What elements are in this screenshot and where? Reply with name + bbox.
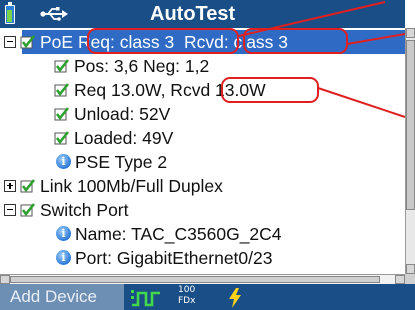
check-icon xyxy=(54,131,70,145)
check-icon xyxy=(54,83,70,97)
check-icon xyxy=(20,203,36,217)
link-speed-indicator: 100 FDx xyxy=(178,285,200,307)
tree-row-label: Link 100Mb/Full Duplex xyxy=(40,176,223,196)
tree-row-label: Switch Port xyxy=(40,200,129,220)
tree-row-label: Req 13.0W, Rcvd 13.0W xyxy=(74,80,266,100)
scroll-up-arrow-icon[interactable] xyxy=(406,28,415,38)
scroll-thumb[interactable] xyxy=(10,276,380,283)
usb-icon xyxy=(40,7,68,21)
scroll-right-arrow-icon[interactable] xyxy=(395,275,405,284)
info-icon: i xyxy=(56,226,71,241)
tree-row-pairs[interactable]: Pos: 3,6 Neg: 1,2 xyxy=(0,54,405,78)
tree-row-label: Name: TAC_C3560G_2C4 xyxy=(75,224,282,244)
add-device-button[interactable]: Add Device xyxy=(0,284,124,310)
tree-row-power[interactable]: Req 13.0W, Rcvd 13.0W xyxy=(0,78,405,102)
check-icon xyxy=(20,35,36,49)
scrollbar-corner xyxy=(405,274,415,284)
tree-row-unload[interactable]: Unload: 52V xyxy=(0,102,405,126)
duplex-label: FDx xyxy=(178,296,196,306)
horizontal-scrollbar[interactable] xyxy=(0,274,405,284)
results-tree[interactable]: PoE Req: class 3 Rcvd: class 3 Pos: 3,6 … xyxy=(0,28,405,274)
vertical-scrollbar[interactable] xyxy=(405,28,415,274)
status-bar: Add Device 100 FDx xyxy=(0,284,415,310)
tree-row-loaded[interactable]: Loaded: 49V xyxy=(0,126,405,150)
link-pulse-icon xyxy=(131,290,160,307)
tree-row-label: Pos: 3,6 Neg: 1,2 xyxy=(74,56,210,76)
tree-row-label: PoE Req: class 3 Rcvd: class 3 xyxy=(40,32,289,52)
info-icon: i xyxy=(56,154,71,169)
check-icon xyxy=(54,107,70,121)
scroll-down-arrow-icon[interactable] xyxy=(406,264,415,274)
collapse-icon[interactable] xyxy=(4,36,16,48)
link-speed-value: 100 xyxy=(178,285,196,295)
tree-row-label: Port: GigabitEthernet0/23 xyxy=(75,248,273,268)
tree-row-switch-name[interactable]: i Name: TAC_C3560G_2C4 xyxy=(0,222,405,246)
tree-row-switch-port-id[interactable]: i Port: GigabitEthernet0/23 xyxy=(0,246,405,270)
info-icon: i xyxy=(56,250,71,265)
tree-row-poe[interactable]: PoE Req: class 3 Rcvd: class 3 xyxy=(0,30,405,54)
lightning-bolt-icon xyxy=(229,288,241,308)
tree-row-link[interactable]: Link 100Mb/Full Duplex xyxy=(0,174,405,198)
expand-icon[interactable] xyxy=(4,180,16,192)
battery-icon xyxy=(5,2,15,24)
check-icon xyxy=(20,179,36,193)
tree-row-label: Unload: 52V xyxy=(74,104,171,124)
scroll-left-arrow-icon[interactable] xyxy=(0,275,10,284)
tree-row-switch-port[interactable]: Switch Port xyxy=(0,198,405,222)
check-icon xyxy=(54,59,70,73)
tree-row-pse-type[interactable]: i PSE Type 2 xyxy=(0,150,405,174)
collapse-icon[interactable] xyxy=(4,204,16,216)
tree-row-label: PSE Type 2 xyxy=(75,152,168,172)
scroll-thumb[interactable] xyxy=(406,40,415,210)
tree-row-label: Loaded: 49V xyxy=(74,128,174,148)
app-title: AutoTest xyxy=(150,3,236,25)
title-bar: AutoTest xyxy=(0,0,405,28)
